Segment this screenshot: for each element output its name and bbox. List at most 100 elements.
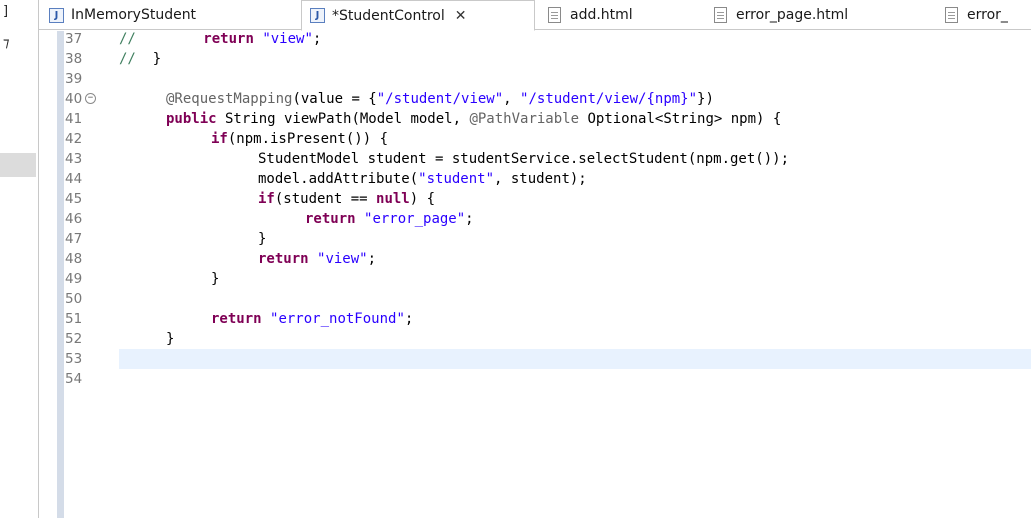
left-view-glyph: ] [3,4,9,19]
comment: // [119,51,136,67]
keyword: if [258,191,275,207]
string-literal: "student" [418,171,495,187]
code-token: , [503,91,521,107]
code-token: (student == [274,191,377,207]
annotation: @PathVariable [469,111,580,127]
code-text: if(npm.isPresent()) { [211,129,388,149]
line-number: 44 [65,171,83,187]
string-literal: "error_page" [364,211,466,227]
code-text: } [258,231,267,247]
line-number: 41 [65,111,83,127]
code-token: }) [697,91,714,107]
code-line[interactable]: 37 // return "view"; [39,29,1031,49]
html-file-icon [548,7,561,23]
code-text: return "error_notFound"; [211,309,413,329]
left-view-strip: ] ⁊ [0,0,38,518]
line-number: 45 [65,191,83,207]
code-line[interactable]: 46 return "error_page"; [39,209,1031,229]
code-text: model.addAttribute("student", student); [258,169,587,189]
code-token: Optional<String> npm) { [579,111,782,127]
code-line[interactable]: 49 } [39,269,1031,289]
tab-label: *StudentControl [332,7,445,24]
line-number: 51 [65,311,83,327]
code-line-current[interactable]: 53 [39,349,1031,369]
code-text: return "view"; [258,249,376,269]
line-number: 42 [65,131,83,147]
line-number: 48 [65,251,83,267]
string-literal: "view" [317,251,368,267]
left-view-selected-row[interactable] [0,153,36,177]
line-number: 50 [65,291,83,307]
code-token: ; [312,31,322,47]
java-file-icon: J [310,8,325,23]
string-literal: "view" [262,31,313,47]
tab-add-html[interactable]: add.html [548,0,633,30]
tab-error-page-html[interactable]: error_page.html [714,0,848,30]
line-number: 53 [65,351,83,367]
code-token: (npm.isPresent()) { [227,131,389,147]
line-number: 46 [65,211,83,227]
code-text: return "error_page"; [305,209,474,229]
line-number: 39 [65,71,83,87]
keyword: return [211,311,262,327]
editor-tab-bar: J InMemoryStudent J *StudentControl ✕ ad… [39,0,1031,31]
code-line[interactable]: 50 [39,289,1031,309]
code-text: @RequestMapping(value = {"/student/view"… [166,89,714,109]
code-text: public String viewPath(Model model, @Pat… [166,109,781,129]
code-token: ; [465,211,474,227]
code-text: // } [119,49,161,69]
code-token: (value = { [292,91,377,107]
code-line[interactable]: 52 } [39,329,1031,349]
code-token: ; [367,251,377,267]
code-text: } [211,271,220,287]
code-line[interactable]: 38 // } [39,49,1031,69]
string-literal: "error_notFound" [270,311,405,327]
code-line[interactable]: 40 − @RequestMapping(value = {"/student/… [39,89,1031,109]
line-number: 47 [65,231,83,247]
line-number: 38 [65,51,83,67]
fold-collapse-icon[interactable]: − [85,93,96,104]
keyword: public [166,111,217,127]
code-text: if(student == null) { [258,189,435,209]
keyword: return [305,211,356,227]
html-file-icon [945,7,958,23]
code-token: } [152,51,162,67]
tab-label: error_page.html [736,7,849,23]
tab-error-overflow[interactable]: error_ [945,0,1008,30]
code-token: , student); [494,171,587,187]
code-line[interactable]: 51 return "error_notFound"; [39,309,1031,329]
tab-label: InMemoryStudent [71,7,197,23]
line-number: 54 [65,371,83,387]
string-literal: "/student/view/{npm}" [520,91,698,107]
annotation: @RequestMapping [166,91,293,107]
html-file-icon [714,7,727,23]
code-line[interactable]: 48 return "view"; [39,249,1031,269]
code-line[interactable]: 44 model.addAttribute("student", student… [39,169,1031,189]
current-line-highlight [119,349,1031,369]
tab-studentcontroller[interactable]: J *StudentControl ✕ [301,0,535,31]
keyword: return [203,31,254,47]
close-icon[interactable]: ✕ [455,8,467,24]
code-line[interactable]: 42 if(npm.isPresent()) { [39,129,1031,149]
keyword: if [211,131,228,147]
comment: // [119,31,136,47]
line-number: 37 [65,31,83,47]
line-number: 52 [65,331,83,347]
code-editor[interactable]: 37 // return "view"; 38 // } 39 40 − @Re… [39,31,1031,518]
code-line[interactable]: 39 [39,69,1031,89]
code-line[interactable]: 41 public String viewPath(Model model, @… [39,109,1031,129]
code-token: ; [404,311,414,327]
line-number: 49 [65,271,83,287]
code-line[interactable]: 54 [39,369,1031,389]
tab-inmemorystudent[interactable]: J InMemoryStudent [49,0,196,30]
keyword: return [258,251,309,267]
line-number: 43 [65,151,83,167]
code-line[interactable]: 43 StudentModel student = studentService… [39,149,1031,169]
java-file-icon: J [49,7,64,23]
code-text: // return "view"; [119,29,321,49]
code-line[interactable]: 45 if(student == null) { [39,189,1031,209]
code-line[interactable]: 47 } [39,229,1031,249]
code-text: } [166,331,175,347]
code-token: String viewPath(Model model, [216,111,470,127]
tab-label: add.html [570,7,633,23]
